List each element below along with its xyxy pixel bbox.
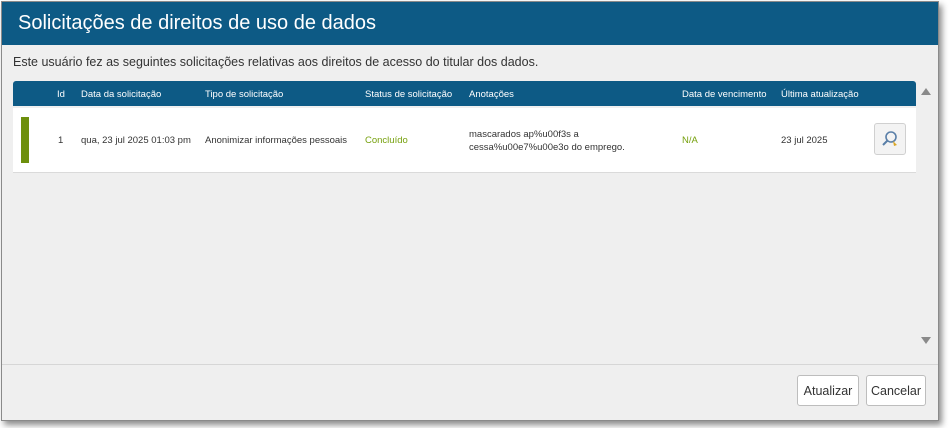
cell-notes-line1: mascarados ap%u00f3s a [469,129,579,140]
cell-notes-line2: cessa%u00e7%u00e3o do emprego. [469,142,625,153]
scroll-down-arrow-icon[interactable] [921,337,931,344]
dialog-title: Solicitações de direitos de uso de dados [18,12,377,34]
column-header-status[interactable]: Status de solicitação [365,89,452,100]
column-header-last-update[interactable]: Última atualização [781,89,859,100]
view-details-icon [882,131,897,146]
column-header-notes[interactable]: Anotações [469,89,514,100]
cell-request-date: qua, 23 jul 2025 01:03 pm [81,135,191,146]
dialog-titlebar: Solicitações de direitos de uso de dados [2,2,938,45]
requests-table: Id Data da solicitação Tipo de solicitaç… [13,81,916,173]
cell-id: 1 [58,135,64,146]
table-scrollbar[interactable] [916,81,936,351]
data-rights-dialog: Solicitações de direitos de uso de dados… [1,1,939,421]
column-header-request-type[interactable]: Tipo de solicitação [205,89,283,100]
view-details-button[interactable] [874,123,906,155]
cell-request-type: Anonimizar informações pessoais [205,135,348,146]
column-header-request-date[interactable]: Data da solicitação [81,89,161,100]
scroll-up-arrow-icon[interactable] [921,88,931,95]
status-indicator-bar [21,117,29,163]
table-header: Id Data da solicitação Tipo de solicitaç… [13,81,916,106]
column-header-due-date[interactable]: Data de vencimento [682,89,767,100]
cell-due-date: N/A [682,135,698,146]
cell-status: Concluído [365,135,408,146]
update-button[interactable]: Atualizar [797,375,859,406]
cancel-button[interactable]: Cancelar [866,375,926,406]
cell-last-update: 23 jul 2025 [781,135,828,146]
dialog-description: Este usuário fez as seguintes solicitaçõ… [13,55,539,69]
table-row[interactable]: 1 qua, 23 jul 2025 01:03 pm Anonimizar i… [13,108,916,173]
column-header-id[interactable]: Id [57,89,65,100]
footer-divider [2,364,938,365]
